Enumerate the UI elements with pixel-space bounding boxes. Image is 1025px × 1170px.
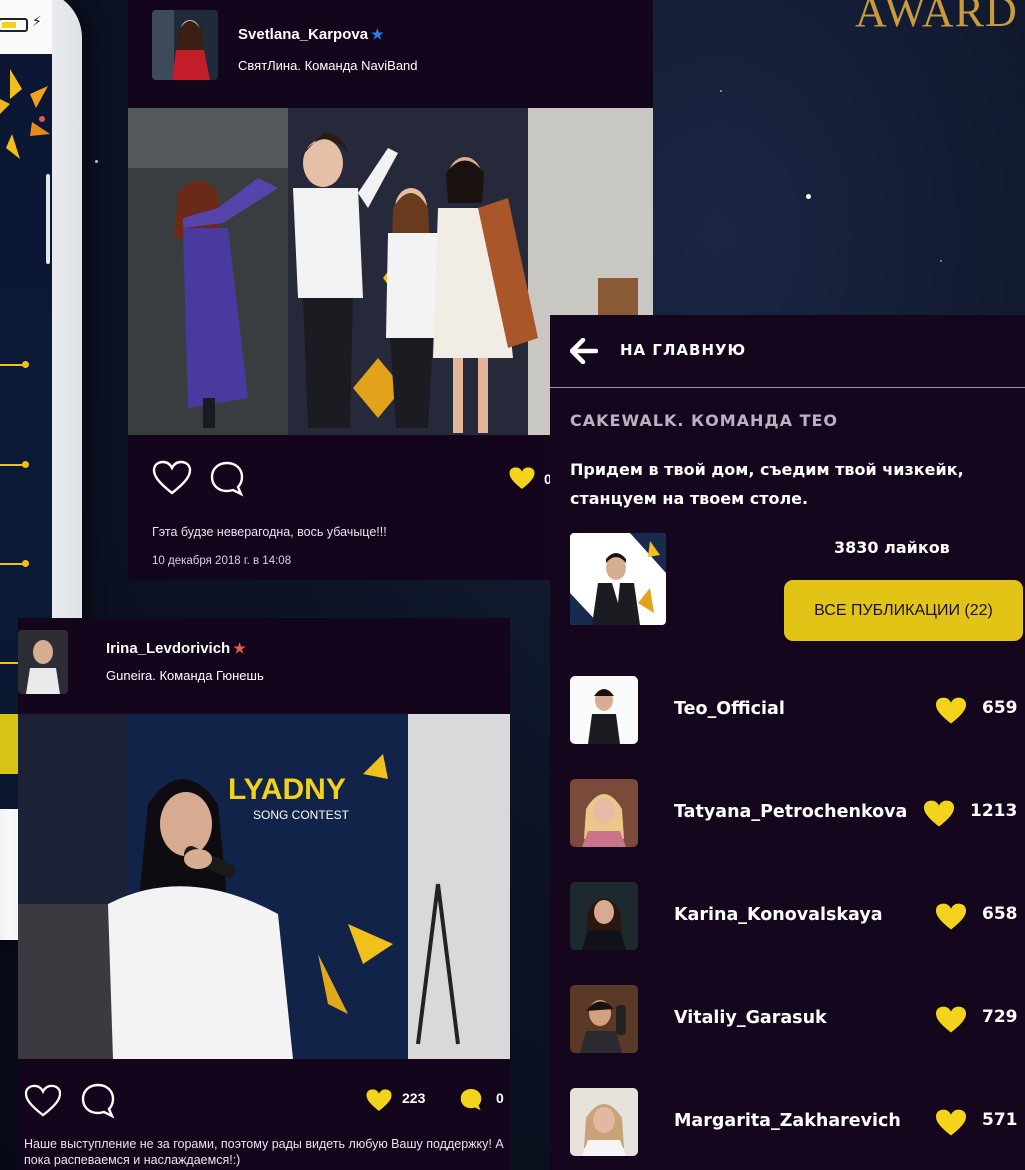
avatar[interactable] (570, 985, 638, 1053)
post-photo[interactable]: LYADNY SONG CONTEST (18, 714, 510, 1059)
member-row[interactable]: Tatyana_Petrochenkova 1213 (550, 779, 1025, 849)
filled-heart-icon (936, 1109, 966, 1136)
battery-icon (0, 18, 28, 32)
team-avatar[interactable] (570, 533, 666, 625)
member-likes: 658 (982, 904, 1018, 924)
post-subtitle: Guneira. Команда Гюнешь (106, 668, 264, 683)
like-heart-icon[interactable] (152, 460, 192, 496)
post-subtitle: СвятЛина. Команда NaviBand (238, 58, 418, 73)
blue-star-icon: ★ (371, 26, 384, 42)
member-row[interactable]: Margarita_Zakharevich 571 (550, 1088, 1025, 1158)
like-count: 223 (402, 1090, 426, 1106)
phone-dot (22, 461, 29, 468)
post-date: 10 декабря 2018 г. в 14:08 (152, 555, 292, 567)
svg-text:LYADNY: LYADNY (228, 773, 346, 806)
post-username[interactable]: Svetlana_Karpova ★ (238, 26, 384, 43)
member-row[interactable]: Karina_Konovalskaya 658 (550, 882, 1025, 952)
scrollbar[interactable] (46, 174, 50, 264)
member-row[interactable]: Teo_Official 659 (550, 676, 1025, 746)
phone-dot (22, 560, 29, 567)
bolt-icon: ⚡ (32, 14, 42, 30)
red-star-icon: ★ (233, 640, 246, 656)
background-star (720, 90, 722, 92)
like-heart-icon[interactable] (24, 1084, 62, 1118)
filled-heart-icon (936, 903, 966, 930)
post-caption: Наше выступление не за горами, поэтому р… (24, 1137, 504, 1167)
filled-heart-icon (924, 800, 954, 827)
comment-count: 0 (496, 1090, 504, 1106)
team-title: CAKEWALK. КОМАНДА TEO (570, 411, 839, 430)
member-name[interactable]: Karina_Konovalskaya (674, 905, 883, 925)
team-panel: НА ГЛАВНУЮ CAKEWALK. КОМАНДА TEO Придем … (550, 315, 1025, 1170)
comment-bubble-icon[interactable] (80, 1082, 116, 1120)
member-row[interactable]: Vitaliy_Garasuk 729 (550, 985, 1025, 1055)
avatar[interactable] (570, 1088, 638, 1156)
background-star (940, 260, 942, 262)
member-likes: 729 (982, 1007, 1018, 1027)
back-to-main-link[interactable]: НА ГЛАВНУЮ (550, 315, 1025, 388)
member-name[interactable]: Margarita_Zakharevich (674, 1111, 901, 1131)
member-name[interactable]: Tatyana_Petrochenkova (674, 802, 907, 822)
filled-heart-icon (936, 1006, 966, 1033)
username-text[interactable]: Irina_Levdorivich (106, 640, 230, 657)
team-description: Придем в твой дом, съедим твой чизкейк, … (570, 460, 964, 508)
avatar[interactable] (570, 676, 638, 744)
snowflake-logo-icon (0, 69, 50, 159)
post-username[interactable]: Irina_Levdorivich ★ (106, 640, 246, 657)
member-name[interactable]: Teo_Official (674, 699, 785, 719)
svg-text:SONG CONTEST: SONG CONTEST (253, 808, 350, 822)
background-star (95, 160, 98, 163)
all-publications-button[interactable]: ВСЕ ПУБЛИКАЦИИ (22) (784, 580, 1023, 641)
phone-dot (22, 361, 29, 368)
member-likes: 659 (982, 698, 1018, 718)
avatar[interactable] (570, 882, 638, 950)
member-likes: 571 (982, 1110, 1018, 1130)
team-likes-total: 3830 лайков (834, 538, 950, 557)
status-bar: ⚡ (0, 0, 52, 54)
back-label[interactable]: НА ГЛАВНУЮ (620, 341, 746, 359)
filled-heart-icon (936, 697, 966, 724)
filled-comment-icon (460, 1089, 482, 1111)
filled-heart-icon (366, 1089, 392, 1111)
avatar[interactable] (152, 10, 218, 80)
username-text[interactable]: Svetlana_Karpova (238, 26, 368, 43)
award-title: AWARD (855, 0, 1018, 36)
member-name[interactable]: Vitaliy_Garasuk (674, 1008, 827, 1028)
avatar[interactable] (570, 779, 638, 847)
filled-heart-icon (509, 467, 535, 489)
comment-bubble-icon[interactable] (209, 460, 245, 498)
avatar[interactable] (18, 630, 68, 694)
member-likes: 1213 (970, 801, 1018, 821)
background-star (806, 194, 811, 199)
arrow-left-icon[interactable] (570, 338, 598, 364)
post-card: Irina_Levdorivich ★ Guneira. Команда Гюне… (18, 618, 510, 1170)
